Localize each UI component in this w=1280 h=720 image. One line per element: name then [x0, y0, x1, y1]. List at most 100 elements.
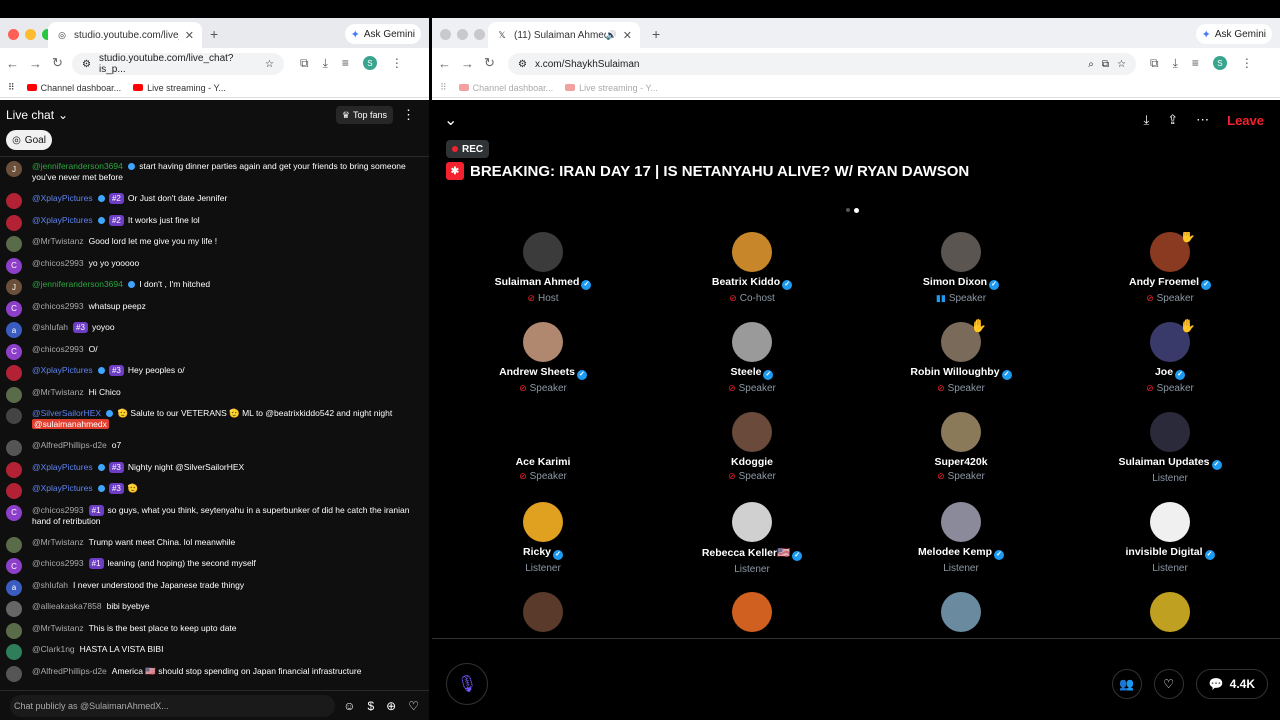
new-tab-icon[interactable]: + — [652, 26, 660, 42]
chat-message[interactable]: @AlfredPhillips-d2e America 🇺🇸 should sto… — [6, 665, 417, 682]
message-author[interactable]: @MrTwistanz — [32, 236, 84, 246]
maximize-window-button[interactable] — [474, 29, 485, 40]
react-button[interactable]: ♡ — [1153, 669, 1184, 699]
chat-title[interactable]: Live chat — [6, 108, 54, 122]
participant[interactable]: Simon Dixon ✓ ▮▮ Speaker — [861, 232, 1061, 304]
participant[interactable]: ✋ Andy Froemel ✓ ⊘ Speaker — [1070, 232, 1270, 304]
chat-message[interactable]: @XplayPictures #2 Or Just don't date Jenn… — [6, 193, 417, 209]
participant[interactable]: Ricky ✓ Listener — [443, 502, 643, 574]
chat-message[interactable]: C @chicos2993 #1 leaning (and hoping) the s… — [6, 558, 417, 574]
message-author[interactable]: @MrTwistanz — [32, 537, 84, 547]
chat-message[interactable]: @MrTwistanz Trump want meet China. lol me… — [6, 536, 417, 553]
chat-message[interactable]: C @chicos2993 O/ — [6, 343, 417, 360]
avatar[interactable] — [523, 232, 563, 272]
avatar[interactable] — [6, 386, 22, 403]
avatar[interactable] — [732, 502, 772, 542]
avatar[interactable] — [6, 665, 22, 682]
avatar[interactable] — [732, 322, 772, 362]
chat-message[interactable]: C @chicos2993 whatsup peepz — [6, 300, 417, 317]
close-tab-icon[interactable]: ✕ — [185, 29, 194, 42]
avatar[interactable]: C — [6, 558, 22, 574]
message-author[interactable]: @chicos2993 — [32, 258, 84, 268]
participant[interactable]: ✋ Robin Willoughby ✓ ⊘ Speaker — [861, 318, 1061, 394]
avatar[interactable] — [941, 502, 981, 542]
chat-input[interactable]: Chat publicly as @SulaimanAhmedX... — [10, 694, 336, 717]
message-author[interactable]: @SilverSailorHEX — [32, 408, 101, 418]
minimize-space-icon[interactable]: ⤓ — [1143, 112, 1149, 128]
chat-message[interactable]: @MrTwistanz Good lord let me give you my … — [6, 236, 417, 252]
zoom-icon[interactable]: ⌕ — [1088, 59, 1094, 70]
chevron-down-icon[interactable]: ⌄ — [58, 108, 68, 122]
bookmark-star-icon[interactable]: ☆ — [1117, 59, 1126, 70]
chat-message[interactable]: @XplayPictures #3 🫡 — [6, 483, 417, 499]
avatar[interactable] — [941, 592, 981, 632]
avatar[interactable] — [6, 214, 22, 231]
avatar[interactable] — [523, 502, 563, 542]
back-icon[interactable]: ← — [6, 56, 19, 71]
avatar[interactable] — [6, 440, 22, 456]
ask-gemini-button[interactable]: ✦ Ask Gemini — [344, 24, 421, 44]
bookmark-star-icon[interactable]: ☆ — [265, 59, 274, 70]
message-author[interactable]: @chicos2993 — [32, 344, 84, 354]
extensions-icon[interactable]: ≡ — [342, 56, 349, 70]
avatar[interactable] — [6, 622, 22, 639]
message-author[interactable]: @AlfredPhillips-d2e — [32, 440, 107, 450]
heart-icon[interactable]: ♡ — [408, 699, 419, 713]
message-author[interactable]: @MrTwistanz — [32, 623, 84, 633]
back-icon[interactable]: ← — [438, 56, 451, 71]
apps-grid-icon[interactable]: ⠿ — [440, 82, 447, 93]
close-window-button[interactable] — [440, 29, 451, 40]
avatar[interactable] — [523, 592, 563, 632]
avatar[interactable] — [6, 483, 22, 499]
tab-live-chat[interactable]: ◎ studio.youtube.com/live_chat ✕ — [48, 22, 202, 48]
chat-messages-list[interactable]: J @jenniferanderson3694 start having dinn… — [0, 156, 429, 682]
chat-message[interactable]: @XplayPictures #3 Nighty night @SilverSai… — [6, 461, 417, 478]
chat-message[interactable]: @XplayPictures #2 It works just fine lol — [6, 214, 417, 231]
participant[interactable]: ✋ Joe ✓ ⊘ Speaker — [1070, 318, 1270, 394]
avatar[interactable] — [732, 412, 772, 452]
extensions-icon[interactable]: ≡ — [1192, 56, 1199, 70]
avatar[interactable] — [6, 236, 22, 252]
download-icon[interactable]: ⤓ — [1173, 56, 1178, 71]
avatar[interactable] — [732, 232, 772, 272]
reload-icon[interactable]: ↻ — [484, 55, 495, 71]
participant[interactable]: Kdoggie ⊘ Speaker — [652, 412, 852, 482]
avatar[interactable]: a — [6, 322, 22, 338]
participant[interactable]: Beatrix Kiddo ✓ ⊘ Co-host — [652, 232, 852, 304]
chat-message[interactable]: @Clark1ng HASTA LA VISTA BIBI — [6, 644, 417, 660]
participant[interactable] — [443, 592, 643, 632]
avatar[interactable] — [941, 232, 981, 272]
avatar[interactable]: C — [6, 257, 22, 274]
chat-message[interactable]: @SilverSailorHEX 🫡 Salute to our VETERAN… — [6, 408, 417, 430]
chat-message[interactable]: J @jenniferanderson3694 I don't , I'm hit… — [6, 279, 417, 295]
message-author[interactable]: @jenniferanderson3694 — [32, 161, 123, 171]
message-author[interactable]: @allieakaska7858 — [32, 601, 102, 611]
message-author[interactable]: @XplayPictures — [32, 215, 93, 225]
bookmark-channel-dashboard[interactable]: Channel dashboar... — [26, 83, 121, 93]
chat-message[interactable]: a @shlufah #3 yoyoo — [6, 322, 417, 338]
more-options-icon[interactable]: ⋮ — [402, 107, 415, 123]
minimize-window-button[interactable] — [457, 29, 468, 40]
avatar[interactable]: C — [6, 504, 22, 521]
chat-message[interactable]: J @jenniferanderson3694 start having dinn… — [6, 161, 417, 183]
comments-button[interactable]: 💬 4.4K — [1195, 669, 1268, 699]
cast-icon[interactable]: ⧉ — [1150, 56, 1159, 71]
add-icon[interactable]: ⊕ — [386, 699, 396, 713]
chat-message[interactable]: @MrTwistanz This is the best place to kee… — [6, 622, 417, 639]
close-window-button[interactable] — [8, 29, 19, 40]
share-icon[interactable]: ⇪ — [1167, 112, 1178, 128]
close-tab-icon[interactable]: ✕ — [623, 29, 632, 42]
avatar[interactable] — [6, 365, 22, 381]
avatar[interactable] — [6, 193, 22, 209]
reload-icon[interactable]: ↻ — [52, 55, 63, 71]
chat-message[interactable]: C @chicos2993 yo yo yooooo — [6, 257, 417, 274]
avatar[interactable]: a — [6, 579, 22, 596]
avatar[interactable]: J — [6, 279, 22, 295]
avatar[interactable] — [6, 408, 22, 424]
chat-message[interactable]: C @chicos2993 #1 so guys, what you think, s… — [6, 504, 417, 527]
people-button[interactable]: 👥 — [1111, 669, 1142, 699]
forward-icon[interactable]: → — [29, 56, 42, 71]
participant[interactable]: Rebecca Keller🇺🇸 ✓ Listener — [652, 502, 852, 575]
message-author[interactable]: @Clark1ng — [32, 644, 75, 654]
avatar[interactable]: ✋ — [1150, 318, 1196, 362]
